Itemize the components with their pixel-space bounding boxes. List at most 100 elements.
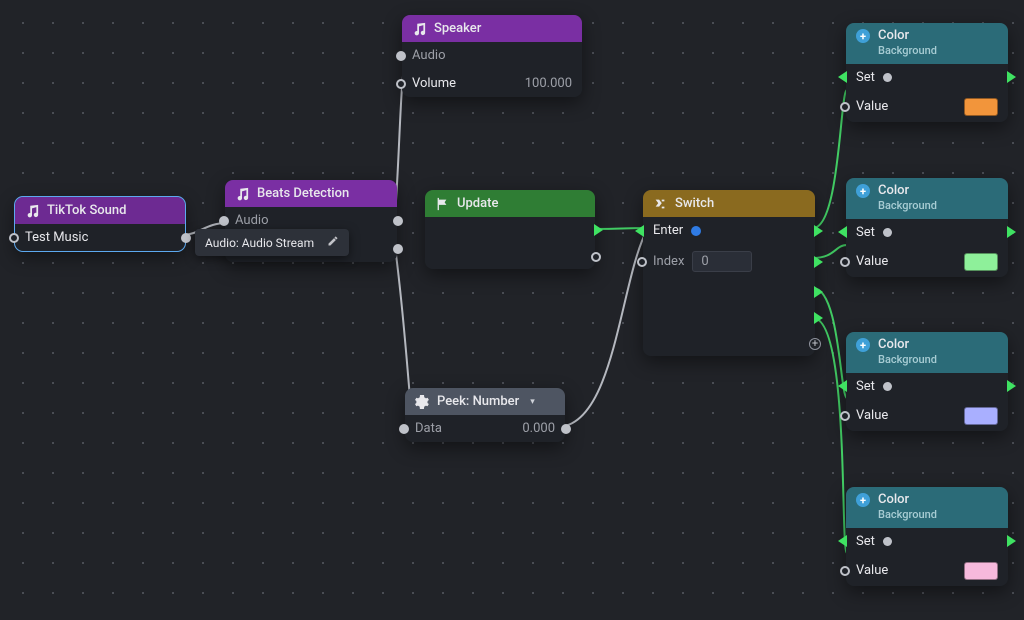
node-color-3[interactable]: + Color Background Set Value	[846, 332, 1008, 431]
trigger-out-port[interactable]	[1007, 535, 1016, 547]
value-row[interactable]: Value	[846, 246, 1008, 277]
edge	[813, 318, 847, 553]
node-subtitle: Background	[878, 45, 937, 58]
data-row[interactable]: Data 0.000	[405, 415, 565, 442]
data-value: 0.000	[522, 421, 555, 436]
trigger-out-port[interactable]	[594, 224, 603, 236]
input-port[interactable]	[396, 79, 406, 89]
node-update[interactable]: Update	[425, 190, 595, 269]
node-subtitle: Background	[878, 354, 937, 367]
output-port[interactable]	[393, 244, 403, 254]
node-header[interactable]: Beats Detection	[225, 180, 397, 207]
set-label: Set	[856, 70, 875, 85]
enter-row[interactable]: Enter	[643, 217, 815, 244]
trigger-in-port[interactable]	[838, 71, 847, 83]
color-swatch[interactable]	[964, 98, 998, 116]
input-port[interactable]	[840, 102, 850, 112]
node-title: Color	[878, 493, 937, 508]
input-port[interactable]	[9, 233, 19, 243]
value-label: Value	[856, 99, 888, 114]
trigger-out-port[interactable]	[814, 286, 823, 298]
set-row[interactable]: Set	[846, 528, 1008, 555]
trigger-out-port[interactable]	[1007, 380, 1016, 392]
color-swatch[interactable]	[964, 253, 998, 271]
audio-label: Audio	[412, 48, 445, 63]
add-output-port[interactable]: +	[809, 338, 821, 350]
trigger-out-port[interactable]	[1007, 71, 1016, 83]
node-color-2[interactable]: + Color Background Set Value	[846, 178, 1008, 277]
volume-row[interactable]: Volume 100.000	[402, 69, 582, 97]
output-port[interactable]	[591, 252, 601, 262]
add-output-row[interactable]: +	[643, 330, 815, 356]
volume-value: 100.000	[525, 76, 572, 91]
output-port[interactable]	[393, 216, 403, 226]
node-header[interactable]: TikTok Sound	[15, 197, 185, 224]
value-row[interactable]: Value	[846, 555, 1008, 586]
plus-icon: +	[856, 184, 870, 198]
trigger-in-port[interactable]	[838, 535, 847, 547]
value-row[interactable]: Value	[846, 400, 1008, 431]
node-subtitle: Background	[878, 200, 937, 213]
node-title: Switch	[675, 196, 714, 211]
node-speaker[interactable]: Speaker Audio Volume 100.000	[402, 15, 582, 97]
output-port[interactable]	[181, 233, 191, 243]
data-out-row[interactable]	[425, 243, 595, 269]
trigger-out-port[interactable]	[814, 312, 823, 324]
node-header[interactable]: Update	[425, 190, 595, 217]
color-swatch[interactable]	[964, 407, 998, 425]
node-tiktok-sound[interactable]: TikTok Sound Test Music	[15, 197, 185, 251]
node-header[interactable]: Speaker	[402, 15, 582, 42]
value-label: Value	[856, 563, 888, 578]
input-port[interactable]	[399, 424, 409, 434]
plus-icon: +	[856, 338, 870, 352]
input-port[interactable]	[840, 257, 850, 267]
trigger-in-port[interactable]	[838, 226, 847, 238]
output-port[interactable]	[561, 424, 571, 434]
node-header[interactable]: + Color Background	[846, 487, 1008, 528]
input-port[interactable]	[840, 566, 850, 576]
node-header[interactable]: + Color Background	[846, 23, 1008, 64]
input-port[interactable]	[396, 51, 406, 61]
node-color-1[interactable]: + Color Background Set Value	[846, 23, 1008, 122]
node-color-4[interactable]: + Color Background Set Value	[846, 487, 1008, 586]
index-value[interactable]: 0	[692, 251, 752, 272]
set-row[interactable]: Set	[846, 373, 1008, 400]
chevron-down-icon[interactable]: ▾	[530, 397, 535, 407]
node-graph-canvas[interactable]: TikTok Sound Test Music Audio: Audio Str…	[0, 0, 1024, 620]
input-port[interactable]	[637, 257, 647, 267]
node-title: Peek: Number	[437, 394, 519, 409]
node-header[interactable]: Peek: Number ▾	[405, 388, 565, 415]
trigger-out-port[interactable]	[1007, 226, 1016, 238]
input-label: Audio	[235, 213, 268, 228]
node-switch[interactable]: Switch Enter Index 0	[643, 190, 815, 356]
music-icon	[412, 22, 426, 36]
out-row-3[interactable]	[643, 278, 815, 304]
music-icon	[235, 187, 249, 201]
output-row[interactable]: Test Music	[15, 224, 185, 251]
color-swatch[interactable]	[964, 562, 998, 580]
node-title: Update	[457, 196, 498, 211]
input-port[interactable]	[840, 411, 850, 421]
trigger-in-port[interactable]	[838, 380, 847, 392]
tooltip-text: Audio: Audio Stream	[205, 236, 314, 250]
trigger-out-port[interactable]	[814, 225, 823, 237]
node-peek-number[interactable]: Peek: Number ▾ Data 0.000	[405, 388, 565, 442]
node-title: Color	[878, 184, 937, 199]
value-row[interactable]: Value	[846, 91, 1008, 122]
set-label: Set	[856, 379, 875, 394]
audio-input-row[interactable]: Audio	[402, 42, 582, 69]
node-header[interactable]: Switch	[643, 190, 815, 217]
trigger-out-port[interactable]	[814, 256, 823, 268]
node-title: Color	[878, 29, 937, 44]
music-icon	[25, 204, 39, 218]
node-header[interactable]: + Color Background	[846, 178, 1008, 219]
input-port[interactable]	[219, 216, 229, 226]
out-row-4[interactable]	[643, 304, 815, 330]
index-row[interactable]: Index 0	[643, 244, 815, 278]
trigger-out-row[interactable]	[425, 217, 595, 243]
set-row[interactable]: Set	[846, 64, 1008, 91]
node-header[interactable]: + Color Background	[846, 332, 1008, 373]
set-row[interactable]: Set	[846, 219, 1008, 246]
trigger-in-port[interactable]	[635, 225, 644, 237]
gear-icon	[415, 395, 429, 409]
